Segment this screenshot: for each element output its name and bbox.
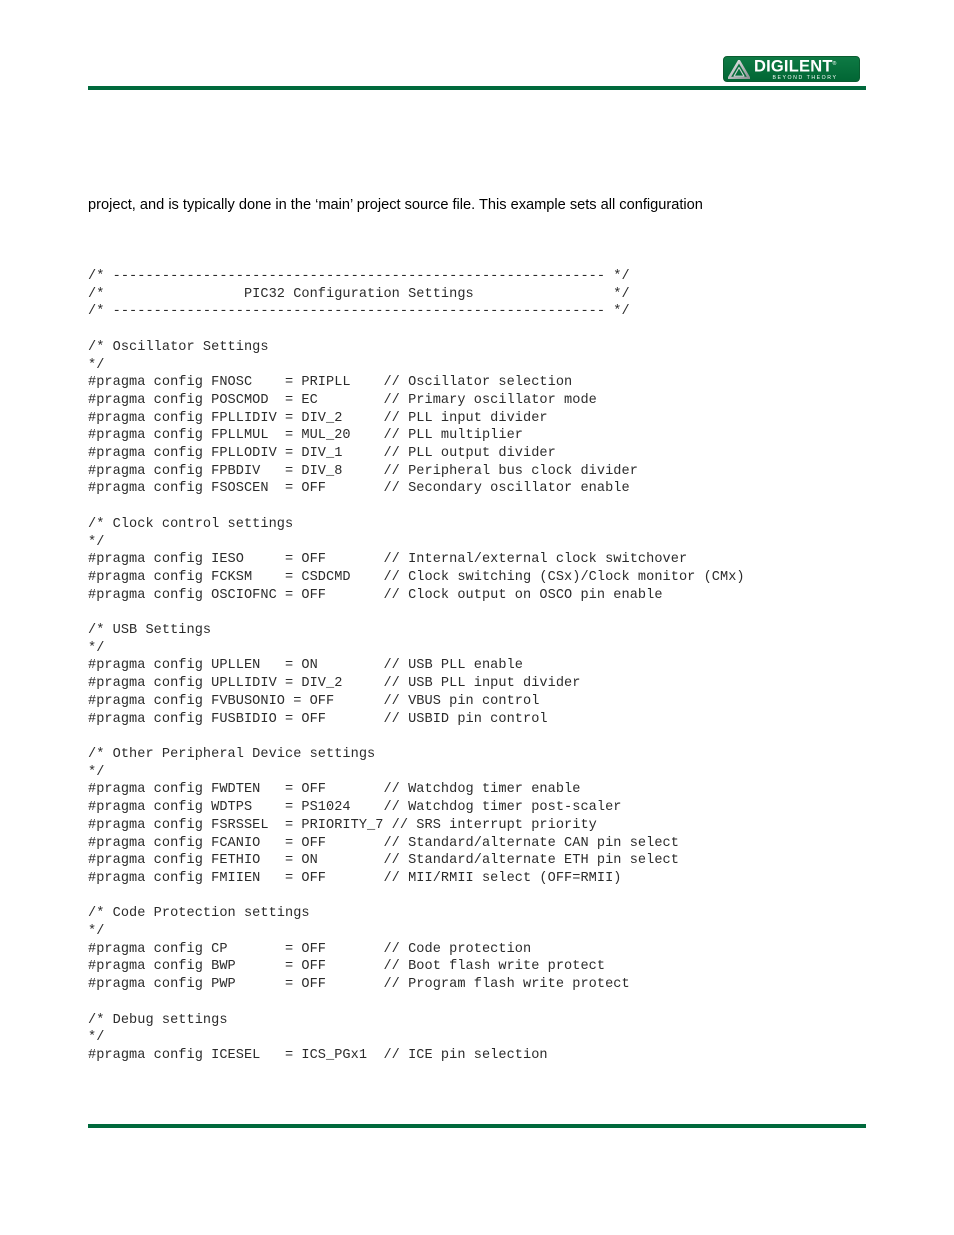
digilent-logo: DIGILENT® BEYOND THEORY: [723, 56, 860, 82]
code-line: #pragma config FPLLIDIV = DIV_2 // PLL i…: [88, 410, 548, 426]
code-listing: /* -------------------------------------…: [88, 268, 888, 1065]
code-line: /* Code Protection settings: [88, 906, 310, 922]
code-line: */: [88, 534, 105, 550]
code-line: /* PIC32 Configuration Settings */: [88, 286, 630, 302]
page-header: DIGILENT® BEYOND THEORY: [0, 0, 954, 100]
footer-divider-rule: [88, 1124, 866, 1128]
code-line: #pragma config IESO = OFF // Internal/ex…: [88, 552, 688, 568]
logo-wordmark: DIGILENT®: [754, 57, 855, 76]
triangle-logo-icon: [724, 57, 754, 81]
code-line: /* -------------------------------------…: [88, 269, 630, 284]
logo-trademark: ®: [832, 61, 837, 68]
code-line: */: [88, 764, 105, 780]
code-line: #pragma config FCKSM = CSDCMD // Clock s…: [88, 569, 745, 585]
code-line: #pragma config FSRSSEL = PRIORITY_7 // S…: [88, 817, 597, 833]
code-line: */: [88, 924, 105, 940]
code-line: #pragma config PWP = OFF // Program flas…: [88, 977, 630, 993]
code-line: #pragma config FPLLODIV = DIV_1 // PLL o…: [88, 446, 556, 462]
code-line: #pragma config FWDTEN = OFF // Watchdog …: [88, 782, 581, 798]
logo-tagline: BEYOND THEORY: [772, 74, 838, 81]
code-line: /* USB Settings: [88, 623, 212, 639]
code-line: /* Debug settings: [88, 1012, 228, 1028]
code-line: #pragma config FPLLMUL = MUL_20 // PLL m…: [88, 428, 524, 444]
code-line: #pragma config FCANIO = OFF // Standard/…: [88, 835, 679, 851]
body-paragraph: project, and is typically done in the ‘m…: [88, 197, 703, 213]
code-line: /* Clock control settings: [88, 516, 294, 532]
logo-wordmark-label: DIGILENT: [754, 57, 833, 76]
code-line: #pragma config OSCIOFNC = OFF // Clock o…: [88, 587, 663, 603]
code-line: #pragma config UPLLIDIV = DIV_2 // USB P…: [88, 676, 581, 692]
code-line: #pragma config CP = OFF // Code protecti…: [88, 941, 532, 957]
code-line: #pragma config FSOSCEN = OFF // Secondar…: [88, 481, 630, 497]
logo-text-group: DIGILENT® BEYOND THEORY: [754, 57, 859, 81]
code-line: /* Other Peripheral Device settings: [88, 746, 376, 762]
code-line: #pragma config UPLLEN = ON // USB PLL en…: [88, 658, 524, 674]
code-line: */: [88, 640, 105, 656]
code-line: #pragma config POSCMOD = EC // Primary o…: [88, 392, 597, 408]
code-line: #pragma config BWP = OFF // Boot flash w…: [88, 959, 606, 975]
code-line: #pragma config WDTPS = PS1024 // Watchdo…: [88, 800, 622, 816]
code-line: /* -------------------------------------…: [88, 304, 630, 320]
code-line: */: [88, 357, 105, 373]
code-line: #pragma config FMIIEN = OFF // MII/RMII …: [88, 870, 622, 886]
code-line: #pragma config ICESEL = ICS_PGx1 // ICE …: [88, 1047, 548, 1063]
code-line: #pragma config FPBDIV = DIV_8 // Periphe…: [88, 463, 638, 479]
header-divider-rule: [88, 86, 866, 90]
code-line: #pragma config FETHIO = ON // Standard/a…: [88, 853, 679, 869]
code-line: #pragma config FUSBIDIO = OFF // USBID p…: [88, 711, 548, 727]
code-line: #pragma config FVBUSONIO = OFF // VBUS p…: [88, 693, 540, 709]
code-line: */: [88, 1030, 105, 1046]
code-line: #pragma config FNOSC = PRIPLL // Oscilla…: [88, 375, 573, 391]
code-line: /* Oscillator Settings: [88, 339, 269, 355]
